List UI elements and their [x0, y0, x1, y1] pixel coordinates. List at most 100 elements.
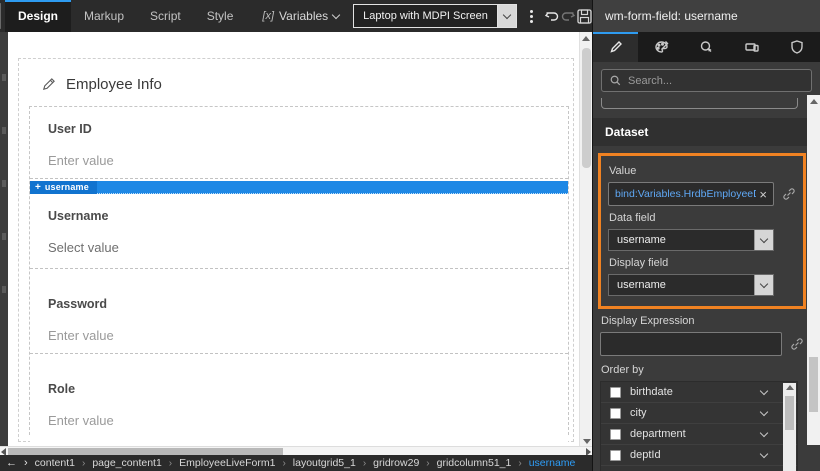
form-field-userid[interactable]: User ID Enter value	[30, 107, 568, 179]
breadcrumb-separator: ›	[168, 457, 173, 469]
left-dock-strip[interactable]	[0, 32, 8, 446]
scroll-down-icon[interactable]	[582, 439, 591, 444]
order-by-section: Order by	[598, 364, 806, 376]
order-by-item[interactable]: department	[601, 424, 797, 445]
tab-security[interactable]	[775, 32, 820, 62]
form-field-username-selected[interactable]: + username Username Select value	[30, 180, 568, 269]
order-by-item-label: birthdate	[630, 386, 673, 398]
breadcrumb-item[interactable]: gridrow29	[373, 457, 419, 469]
highlighted-dataset-group: Value × Data field username Display fiel…	[598, 153, 806, 309]
shield-icon	[791, 40, 804, 54]
chevron-down-icon	[502, 10, 512, 19]
scrollbar-thumb[interactable]	[809, 357, 818, 412]
order-by-item-label: deptId	[630, 449, 661, 461]
breadcrumb-item-current[interactable]: username	[529, 457, 576, 469]
pencil-icon	[42, 78, 55, 91]
checkbox[interactable]	[610, 407, 621, 419]
field-placeholder[interactable]: Enter value	[30, 311, 568, 356]
canvas-horizontal-scrollbar[interactable]	[0, 446, 592, 456]
properties-panel: Dataset Value × Data field username Disp…	[592, 32, 820, 471]
display-field-select[interactable]: username	[608, 274, 774, 296]
undo-button[interactable]	[544, 0, 560, 32]
form-field-role[interactable]: Role Enter value	[30, 356, 568, 446]
move-handle-icon: +	[35, 181, 41, 193]
breadcrumb-item[interactable]: page_content1	[92, 457, 161, 469]
checkbox[interactable]	[610, 428, 621, 440]
search-box[interactable]	[601, 69, 812, 92]
selected-widget-title: wm-form-field: username	[605, 9, 738, 23]
tab-inspect[interactable]	[684, 32, 729, 62]
scrollbar-thumb[interactable]	[582, 48, 591, 168]
order-by-item[interactable]: deptId	[601, 445, 797, 466]
order-by-item-label: city	[630, 407, 647, 419]
tab-styles[interactable]	[638, 32, 683, 62]
scrollbar-thumb[interactable]	[785, 396, 794, 430]
clear-icon[interactable]: ×	[756, 187, 767, 202]
search-icon	[610, 75, 621, 86]
data-field-select[interactable]: username	[608, 229, 774, 251]
breadcrumb-item[interactable]: gridcolumn51_1	[437, 457, 512, 469]
display-field-label: Display field	[609, 257, 669, 269]
kebab-menu-icon[interactable]	[529, 0, 533, 32]
field-placeholder[interactable]: Enter value	[30, 396, 568, 441]
order-by-item[interactable]: birthdate	[601, 382, 797, 403]
design-canvas[interactable]: Employee Info User ID Enter value + user…	[0, 32, 592, 446]
bind-link-icon[interactable]	[789, 337, 804, 351]
chevron-down-icon[interactable]	[759, 428, 769, 437]
field-placeholder[interactable]: Select value	[30, 223, 568, 268]
selection-bar[interactable]: + username	[30, 180, 568, 194]
tab-style[interactable]: Style	[194, 0, 247, 32]
redo-button[interactable]	[560, 0, 576, 32]
canvas-vertical-scrollbar[interactable]	[579, 32, 592, 446]
tab-devices[interactable]	[729, 32, 774, 62]
breadcrumb-item[interactable]: content1	[35, 457, 75, 469]
order-by-item[interactable]: city	[601, 403, 797, 424]
variables-menu[interactable]: [x] Variables	[262, 0, 341, 32]
scroll-up-icon[interactable]	[582, 36, 590, 41]
display-expression-input[interactable]	[607, 338, 775, 350]
field-label: User ID	[48, 122, 92, 136]
save-button[interactable]	[576, 0, 593, 32]
tab-properties[interactable]	[593, 32, 639, 62]
chevron-down-icon[interactable]	[759, 449, 769, 458]
display-expression-field[interactable]	[600, 332, 782, 356]
breadcrumb-back-icon[interactable]: ←	[6, 457, 17, 469]
scroll-up-icon[interactable]	[809, 99, 818, 104]
field-label: Password	[48, 297, 108, 311]
breadcrumb-separator: ›	[362, 457, 367, 469]
breadcrumb-forward-icon[interactable]: ›	[24, 457, 28, 469]
select-chevron-button[interactable]	[754, 275, 773, 295]
dataset-section-header[interactable]: Dataset	[593, 118, 807, 146]
form-field-password[interactable]: Password Enter value	[30, 271, 568, 354]
device-selector: Laptop with MDPI Screen	[353, 4, 517, 28]
chevron-down-icon[interactable]	[759, 386, 769, 395]
field-placeholder[interactable]: Enter value	[30, 136, 568, 181]
toolbar-edge-fragment	[0, 3, 1, 29]
redo-icon	[561, 12, 575, 21]
tab-script[interactable]: Script	[137, 0, 194, 32]
checkbox[interactable]	[610, 449, 621, 461]
breadcrumb-item[interactable]: EmployeeLiveForm1	[179, 457, 275, 469]
display-expression-section: Display Expression	[598, 315, 806, 356]
search-input[interactable]	[628, 74, 804, 87]
device-selector-button[interactable]: Laptop with MDPI Screen	[353, 4, 498, 28]
tab-markup[interactable]: Markup	[71, 0, 137, 32]
selected-widget-tag[interactable]: + username	[30, 180, 97, 194]
select-chevron-button[interactable]	[754, 230, 773, 250]
breadcrumb-item[interactable]: layoutgrid5_1	[293, 457, 356, 469]
panel-scrollbar[interactable]	[807, 95, 820, 445]
scroll-up-icon[interactable]	[785, 385, 794, 390]
device-selector-dropdown[interactable]	[497, 4, 517, 28]
bind-link-icon[interactable]	[781, 187, 796, 201]
order-by-scrollbar[interactable]	[783, 383, 796, 471]
employee-form-widget[interactable]: Employee Info User ID Enter value + user…	[18, 58, 574, 446]
order-by-item[interactable]: empId	[601, 466, 797, 471]
scrollbar-thumb[interactable]	[8, 448, 283, 455]
value-input[interactable]	[615, 188, 757, 200]
form-title: Employee Info	[66, 76, 162, 93]
chevron-down-icon[interactable]	[759, 407, 769, 416]
value-field[interactable]: ×	[608, 182, 774, 206]
checkbox[interactable]	[610, 386, 621, 398]
chevron-down-icon	[759, 234, 769, 243]
tab-design[interactable]: Design	[5, 0, 72, 32]
